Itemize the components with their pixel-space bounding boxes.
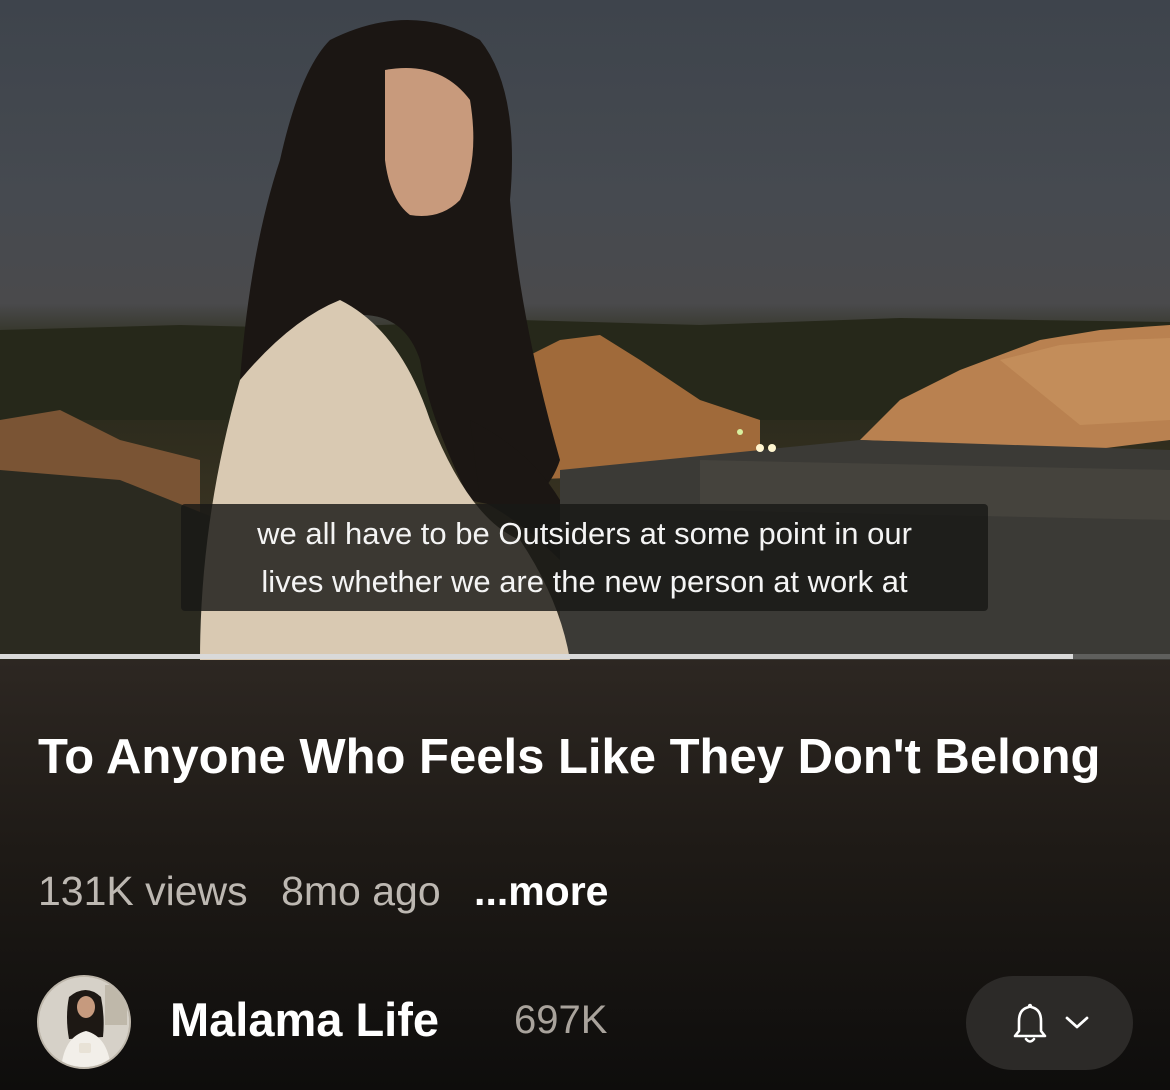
caption-line-1: we all have to be Outsiders at some poin… [257,516,912,551]
video-meta[interactable]: 131K views 8mo ago ...more [38,868,630,915]
caption-line-2: lives whether we are the new person at w… [261,564,908,599]
view-count: 131K views [38,868,248,914]
video-player[interactable]: we all have to be Outsiders at some poin… [0,0,1170,660]
subscription-bell-button[interactable] [966,976,1133,1070]
channel-name[interactable]: Malama Life [170,992,439,1047]
channel-avatar[interactable] [37,975,131,1069]
upload-age: 8mo ago [281,868,441,914]
video-title: To Anyone Who Feels Like They Don't Belo… [38,730,1101,784]
subscriber-count: 697K [514,998,608,1042]
video-caption: we all have to be Outsiders at some poin… [181,504,988,611]
more-button[interactable]: ...more [474,868,608,914]
chevron-down-icon [1065,1016,1088,1029]
video-progress-fill [0,654,1073,659]
avatar-image [39,977,129,1067]
bell-icon [1013,1003,1046,1043]
video-progress-bar[interactable] [0,654,1170,659]
